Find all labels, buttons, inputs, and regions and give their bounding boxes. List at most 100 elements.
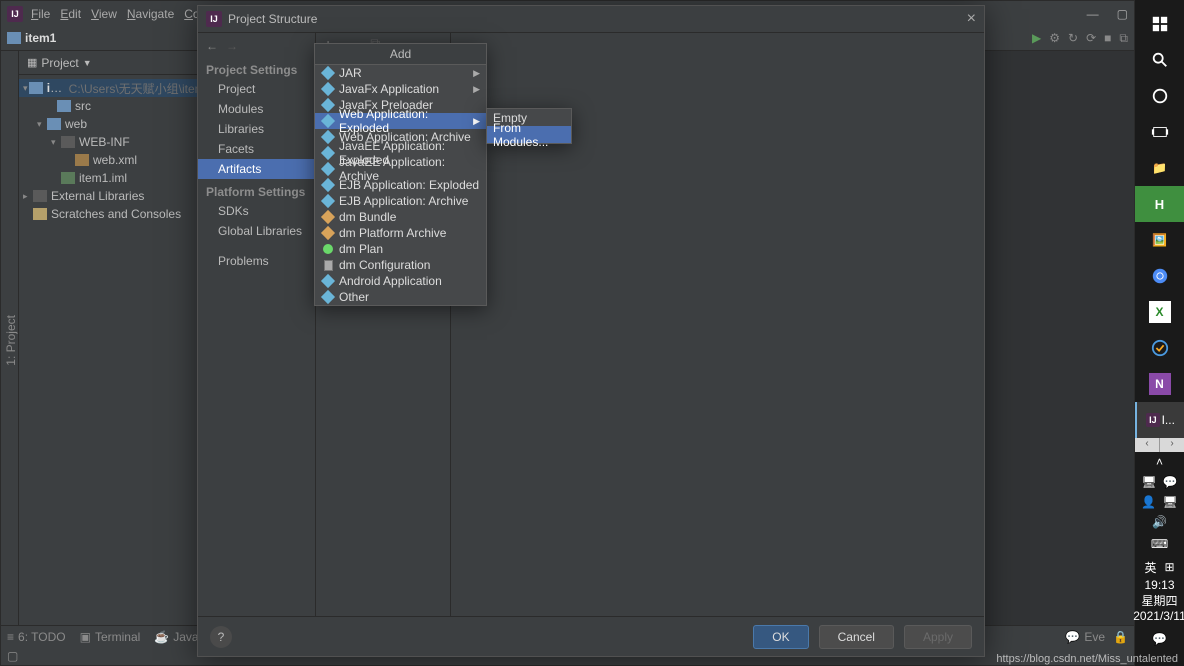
app-explorer-icon[interactable]: 📁	[1135, 150, 1184, 186]
app-wps-icon[interactable]: H	[1135, 186, 1184, 222]
search-icon[interactable]: ⧉	[1119, 31, 1128, 46]
chevron-right-icon: ▶	[473, 68, 480, 79]
popup-item[interactable]: dm Platform Archive	[315, 225, 486, 241]
popup-item[interactable]: JavaEE Application: Archive	[315, 161, 486, 177]
submenu-item[interactable]: From Modules...	[487, 126, 571, 143]
stop-icon[interactable]: ■	[1104, 31, 1111, 45]
app-chrome-icon[interactable]	[1135, 258, 1184, 294]
taskbar-scroll[interactable]: ‹›	[1135, 438, 1184, 452]
project-panel: ▦ Project ▼ ▾ item1 C:\Users\无天赋小组\item\…	[19, 51, 219, 625]
breadcrumb-project[interactable]: item1	[25, 31, 56, 45]
popup-item[interactable]: dm Plan	[315, 241, 486, 257]
project-panel-header[interactable]: ▦ Project ▼	[19, 51, 218, 75]
nav-sdks[interactable]: SDKs	[198, 201, 315, 221]
tray-lang-icon[interactable]: 英⊞	[1135, 556, 1184, 578]
app-todo-icon[interactable]	[1135, 330, 1184, 366]
dialog-nav: ← → Project Settings Project Modules Lib…	[198, 33, 316, 616]
app-pic-icon[interactable]: 🖼️	[1135, 222, 1184, 258]
tray-up-icon[interactable]: ˄	[1135, 452, 1184, 472]
ok-button[interactable]: OK	[753, 625, 808, 649]
tray-people-icon[interactable]: 👤🖥	[1135, 492, 1184, 512]
app-excel-icon[interactable]: X	[1149, 301, 1171, 323]
dialog-title: Project Structure	[228, 12, 317, 26]
app-onenote-icon[interactable]: N	[1149, 373, 1171, 395]
chevron-down-icon: ▼	[83, 58, 92, 68]
menu-navigate[interactable]: Navigate	[127, 7, 174, 21]
status-lock[interactable]: 🔒	[1113, 630, 1128, 644]
panel-title: Project	[41, 56, 78, 70]
tray-network-icon[interactable]: 🖥💬	[1135, 472, 1184, 492]
nav-group-project: Project Settings	[198, 57, 315, 79]
tree-src[interactable]: src	[19, 97, 218, 115]
project-tree: ▾ item1 C:\Users\无天赋小组\item\it src ▾web …	[19, 75, 218, 227]
gutter-project[interactable]: 1: Project	[4, 315, 18, 366]
status-terminal[interactable]: ▣ Terminal	[80, 630, 141, 644]
intellij-icon: IJ	[7, 6, 23, 22]
tree-web[interactable]: ▾web	[19, 115, 218, 133]
left-tool-gutter: 1: Project 7: Structure 2: Favorites Web	[1, 51, 19, 625]
minimize-icon[interactable]: —	[1087, 7, 1099, 21]
nav-group-platform: Platform Settings	[198, 179, 315, 201]
nav-global-libs[interactable]: Global Libraries	[198, 221, 315, 241]
tree-root[interactable]: ▾ item1 C:\Users\无天赋小组\item\it	[19, 79, 218, 97]
popup-item[interactable]: EJB Application: Archive	[315, 193, 486, 209]
status-event[interactable]: 💬 Eve	[1065, 630, 1105, 644]
cancel-button[interactable]: Cancel	[819, 625, 894, 649]
gear-icon[interactable]: ⚙	[1049, 31, 1060, 45]
popup-header: Add	[315, 44, 486, 65]
tray-clock[interactable]: 19:13 星期四 2021/3/11	[1133, 578, 1184, 627]
app-intellij-icon[interactable]: IJI...	[1135, 402, 1184, 438]
tree-webxml[interactable]: web.xml	[19, 151, 218, 169]
popup-item[interactable]: dm Bundle	[315, 209, 486, 225]
maximize-icon[interactable]: ▢	[1117, 7, 1128, 21]
footer-icon[interactable]: ▢	[7, 649, 18, 663]
nav-back-icon[interactable]: ←	[206, 39, 218, 53]
menu-file[interactable]: File	[31, 7, 50, 21]
nav-libraries[interactable]: Libraries	[198, 119, 315, 139]
nav-artifacts[interactable]: Artifacts	[198, 159, 315, 179]
popup-item[interactable]: JAR▶	[315, 65, 486, 81]
popup-item[interactable]: Web Application: Exploded▶	[315, 113, 486, 129]
tree-webinf[interactable]: ▾WEB-INF	[19, 133, 218, 151]
nav-problems[interactable]: Problems	[198, 251, 315, 271]
cortana-icon[interactable]	[1135, 78, 1184, 114]
chevron-right-icon: ▶	[473, 84, 480, 95]
popup-item[interactable]: JavaFx Application▶	[315, 81, 486, 97]
watermark: https://blog.csdn.net/Miss_untalented	[996, 653, 1178, 665]
toolbar-right: ▶ ⚙ ↻ ⟳ ■ ⧉	[1032, 31, 1128, 46]
run-icon[interactable]: ▶	[1032, 31, 1041, 45]
nav-modules[interactable]: Modules	[198, 99, 315, 119]
window-controls: — ▢	[1087, 7, 1128, 21]
tree-external[interactable]: ▸External Libraries	[19, 187, 218, 205]
tray-volume-icon[interactable]: 🔊	[1135, 512, 1184, 532]
close-icon[interactable]: ×	[967, 10, 976, 28]
menu-edit[interactable]: Edit	[60, 7, 81, 21]
help-button[interactable]: ?	[210, 626, 232, 648]
popup-item[interactable]: Android Application	[315, 273, 486, 289]
popup-item[interactable]: Other	[315, 289, 486, 305]
menu-view[interactable]: View	[91, 7, 117, 21]
tray-keyboard-icon[interactable]: ⌨	[1135, 532, 1184, 556]
add-artifact-popup: Add JAR▶JavaFx Application▶JavaFx Preloa…	[314, 43, 487, 306]
intellij-icon: IJ	[206, 11, 222, 27]
sync-icon[interactable]: ⟳	[1086, 31, 1096, 45]
nav-forward-icon[interactable]: →	[226, 39, 238, 53]
start-icon[interactable]	[1135, 6, 1184, 42]
status-todo[interactable]: ≡6: TODO	[7, 630, 66, 644]
tree-scratches[interactable]: Scratches and Consoles	[19, 205, 218, 223]
taskview-icon[interactable]	[1135, 114, 1184, 150]
dialog-titlebar: IJ Project Structure ×	[198, 6, 984, 32]
tray-notifications-icon[interactable]: 💬	[1135, 627, 1184, 651]
folder-icon	[7, 32, 21, 44]
tree-iml[interactable]: item1.iml	[19, 169, 218, 187]
popup-item[interactable]: EJB Application: Exploded	[315, 177, 486, 193]
search-icon[interactable]	[1135, 42, 1184, 78]
reload-icon[interactable]: ↻	[1068, 31, 1078, 45]
apply-button[interactable]: Apply	[904, 625, 972, 649]
chevron-right-icon: ▶	[473, 116, 480, 127]
popup-item[interactable]: dm Configuration	[315, 257, 486, 273]
nav-facets[interactable]: Facets	[198, 139, 315, 159]
nav-project[interactable]: Project	[198, 79, 315, 99]
tree-root-path: C:\Users\无天赋小组\item\it	[69, 80, 214, 97]
add-submenu-popup: EmptyFrom Modules...	[486, 108, 572, 144]
